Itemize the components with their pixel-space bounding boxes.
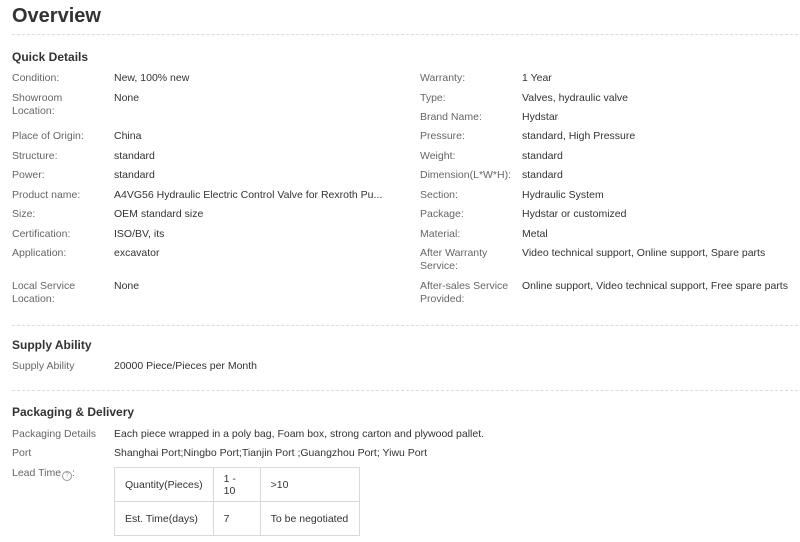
table-cell: To be negotiated <box>259 501 360 536</box>
quick-details-heading: Quick Details <box>12 50 89 64</box>
packaging-details-value: Each piece wrapped in a poly bag, Foam b… <box>114 428 485 440</box>
condition-label: Condition: <box>12 72 60 84</box>
place-of-origin-label: Place of Origin: <box>12 130 84 142</box>
quick-details-divider <box>12 325 798 326</box>
supply-ability-label: Supply Ability <box>12 360 75 372</box>
brand-name-label: Brand Name: <box>420 111 482 123</box>
after-sales-service-label: After-sales Service Provided: <box>420 280 509 305</box>
page-title: Overview <box>12 5 101 27</box>
certification-label: Certification: <box>12 228 71 240</box>
section-label: Section: <box>420 189 458 201</box>
lead-time-table: Quantity(Pieces) 1 - 10 >10 Est. Time(da… <box>114 467 360 536</box>
pressure-value: standard, High Pressure <box>522 130 636 142</box>
material-value: Metal <box>522 228 548 240</box>
weight-label: Weight: <box>420 150 456 162</box>
warranty-value: 1 Year <box>522 72 552 84</box>
material-label: Material: <box>420 228 461 240</box>
lead-time-label: Lead Time?: <box>12 467 75 481</box>
table-row: Est. Time(days) 7 To be negotiated <box>114 501 360 536</box>
table-cell: Quantity(Pieces) <box>114 467 214 502</box>
brand-name-value: Hydstar <box>522 111 559 123</box>
supply-ability-heading: Supply Ability <box>12 338 92 352</box>
package-label: Package: <box>420 208 464 220</box>
table-cell: 7 <box>212 501 261 536</box>
structure-label: Structure: <box>12 150 58 162</box>
after-warranty-service-label: After Warranty Service: <box>420 247 488 272</box>
help-icon[interactable]: ? <box>62 471 73 481</box>
dimension-value: standard <box>522 169 563 181</box>
lead-time-colon: : <box>72 467 75 479</box>
showroom-location-value: None <box>114 92 140 104</box>
product-name-value: A4VG56 Hydraulic Electric Control Valve … <box>114 189 383 201</box>
after-warranty-service-value: Video technical support, Online support,… <box>522 247 766 259</box>
title-divider <box>12 34 798 35</box>
table-cell: >10 <box>259 467 360 502</box>
power-label: Power: <box>12 169 45 181</box>
size-value: OEM standard size <box>114 208 204 220</box>
product-name-label: Product name: <box>12 189 81 201</box>
weight-value: standard <box>522 150 563 162</box>
condition-value: New, 100% new <box>114 72 190 84</box>
lead-time-text: Lead Time <box>12 467 62 479</box>
warranty-label: Warranty: <box>420 72 466 84</box>
certification-value: ISO/BV, its <box>114 228 165 240</box>
package-value: Hydstar or customized <box>522 208 627 220</box>
place-of-origin-value: China <box>114 130 142 142</box>
section-value: Hydraulic System <box>522 189 604 201</box>
size-label: Size: <box>12 208 36 220</box>
structure-value: standard <box>114 150 155 162</box>
local-service-location-value: None <box>114 280 140 292</box>
packaging-details-label: Packaging Details <box>12 428 97 440</box>
dimension-label: Dimension(L*W*H): <box>420 169 512 181</box>
power-value: standard <box>114 169 155 181</box>
type-label: Type: <box>420 92 446 104</box>
pressure-label: Pressure: <box>420 130 465 142</box>
table-cell: Est. Time(days) <box>114 501 214 536</box>
port-label: Port <box>12 447 32 459</box>
supply-ability-value: 20000 Piece/Pieces per Month <box>114 360 258 372</box>
after-sales-service-value: Online support, Video technical support,… <box>522 280 788 292</box>
local-service-location-label: Local Service Location: <box>12 280 76 305</box>
type-value: Valves, hydraulic valve <box>522 92 629 104</box>
port-value: Shanghai Port;Ningbo Port;Tianjin Port ;… <box>114 447 428 459</box>
supply-ability-divider <box>12 390 798 391</box>
table-row: Quantity(Pieces) 1 - 10 >10 <box>114 467 360 502</box>
packaging-delivery-heading: Packaging & Delivery <box>12 405 135 419</box>
application-label: Application: <box>12 247 67 259</box>
showroom-location-label: Showroom Location: <box>12 92 63 117</box>
table-cell: 1 - 10 <box>212 467 261 502</box>
application-value: excavator <box>114 247 160 259</box>
